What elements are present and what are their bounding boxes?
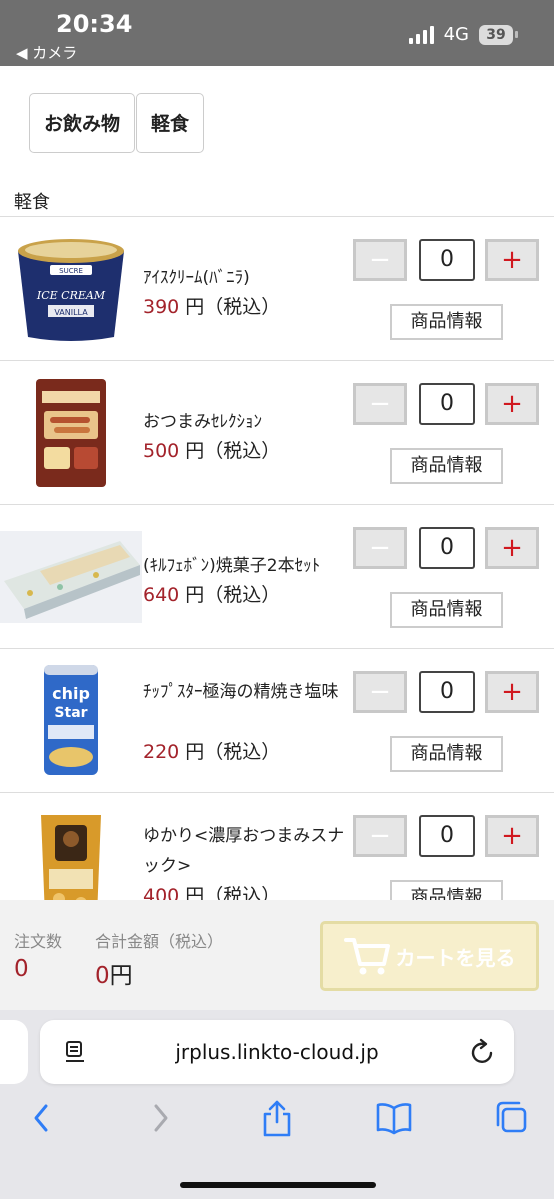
decrease-quantity-button[interactable]: − [353,815,407,857]
total-amount: 0円 [95,956,133,990]
product-name: ゆかり<濃厚おつまみスナック> [143,826,345,876]
battery-level: 39 [479,24,513,45]
price-suffix: 円（税込） [179,741,281,763]
increase-quantity-button[interactable]: + [485,815,539,857]
svg-text:VANILLA: VANILLA [54,308,88,317]
order-count-label: 注文数 [14,932,63,951]
reload-icon[interactable] [470,1038,496,1066]
price-value: 500 [143,440,180,462]
tab-drinks[interactable]: お飲み物 [29,93,136,153]
total-value: 0 [95,963,110,989]
status-indicators: 4G 39 [408,24,518,45]
quantity-field[interactable]: 0 [419,383,475,425]
svg-text:ICE CREAM: ICE CREAM [36,289,106,302]
product-name: おつまみｾﾚｸｼｮﾝ [143,412,262,432]
increase-quantity-button[interactable]: + [485,383,539,425]
tabs-icon[interactable] [494,1098,530,1138]
url-text: jrplus.linkto-cloud.jp [175,1040,379,1064]
product-price: 220 円（税込） [143,737,280,764]
price-value: 640 [143,584,180,606]
decrease-quantity-button[interactable]: − [353,671,407,713]
order-count-value: 0 [14,956,29,982]
cart-icon [343,938,390,975]
view-cart-button[interactable]: カートを見る [320,921,539,991]
decrease-quantity-button[interactable]: − [353,527,407,569]
order-summary-bar: 注文数 合計金額（税込） 0 0円 カートを見る [0,900,554,1010]
price-value: 400 [143,885,180,901]
product-row: (ｷﾙﾌｪﾎﾞﾝ)焼菓子2本ｾｯﾄ 640 円（税込） − 0 + 商品情報 [0,505,554,649]
product-row: おつまみｾﾚｸｼｮﾝ 500 円（税込） − 0 + 商品情報 [0,361,554,505]
decrease-quantity-button[interactable]: − [353,383,407,425]
bookmarks-icon[interactable] [374,1098,414,1138]
product-info-button[interactable]: 商品情報 [390,304,503,340]
product-row: SUCRE ICE CREAM VANILLA ｱｲｽｸﾘｰﾑ(ﾊﾞﾆﾗ) 39… [0,217,554,361]
price-suffix: 円（税込） [179,296,281,318]
price-suffix: 円（税込） [179,584,281,606]
price-suffix: 円（税込） [179,440,281,462]
yen-unit: 円 [109,963,133,989]
tab-light-meal[interactable]: 軽食 [136,93,205,153]
increase-quantity-button[interactable]: + [485,239,539,281]
price-value: 220 [143,741,180,763]
back-to-app-link[interactable]: ◀ カメラ [16,42,77,63]
quantity-field[interactable]: 0 [419,527,475,569]
network-type: 4G [443,24,469,45]
forward-icon[interactable] [148,1098,174,1138]
product-name: ﾁｯﾌﾟｽﾀｰ極海の精焼き塩味 [143,682,339,702]
home-indicator [180,1182,376,1188]
status-time: 20:34 [56,10,133,38]
category-tabs: お飲み物 軽食 [29,93,205,153]
svg-text:SUCRE: SUCRE [59,267,83,275]
browser-nav-bar [0,1098,554,1158]
price-value: 390 [143,296,180,318]
product-info-button[interactable]: 商品情報 [390,448,503,484]
battery-icon: 39 [479,24,518,45]
total-label: 合計金額（税込） [95,932,224,951]
product-info-button[interactable]: 商品情報 [390,736,503,772]
price-suffix: 円（税込） [179,885,281,901]
product-name: ｱｲｽｸﾘｰﾑ(ﾊﾞﾆﾗ) [143,268,250,288]
status-bar: 20:34 ◀ カメラ 4G 39 [0,0,554,66]
svg-text:Star: Star [54,705,87,721]
product-price: 390 円（税込） [143,292,280,319]
product-row: ゆかり<濃厚おつまみスナック> 400 円（税込） − 0 + 商品情報 [0,793,554,901]
product-price: 640 円（税込） [143,580,280,607]
product-info-button[interactable]: 商品情報 [390,880,503,901]
browser-toolbar: jrplus.linkto-cloud.jp [0,1010,554,1199]
back-icon[interactable] [28,1098,54,1138]
product-image-yukari-snack [0,793,142,901]
quantity-field[interactable]: 0 [419,815,475,857]
share-icon[interactable] [260,1098,294,1138]
increase-quantity-button[interactable]: + [485,671,539,713]
section-title: 軽食 [14,192,50,213]
product-info-button[interactable]: 商品情報 [390,592,503,628]
quantity-field[interactable]: 0 [419,671,475,713]
address-bar[interactable]: jrplus.linkto-cloud.jp [40,1020,514,1084]
product-image-chip-star: chip Star [0,649,142,792]
product-price: 500 円（税込） [143,436,280,463]
product-row: chip Star ﾁｯﾌﾟｽﾀｰ極海の精焼き塩味 220 円（税込） − 0 … [0,649,554,793]
product-list[interactable]: SUCRE ICE CREAM VANILLA ｱｲｽｸﾘｰﾑ(ﾊﾞﾆﾗ) 39… [0,216,554,901]
product-image-ice-cream: SUCRE ICE CREAM VANILLA [0,217,142,360]
svg-text:chip: chip [52,684,90,703]
product-image-baked-sweets [0,505,142,648]
product-image-snack-selection [0,361,142,504]
previous-tab-peek[interactable] [0,1020,28,1084]
product-name: (ｷﾙﾌｪﾎﾞﾝ)焼菓子2本ｾｯﾄ [143,556,321,576]
decrease-quantity-button[interactable]: − [353,239,407,281]
increase-quantity-button[interactable]: + [485,527,539,569]
view-cart-label: カートを見る [395,945,516,970]
product-price: 400 円（税込） [143,881,280,901]
quantity-field[interactable]: 0 [419,239,475,281]
signal-icon [408,25,434,44]
